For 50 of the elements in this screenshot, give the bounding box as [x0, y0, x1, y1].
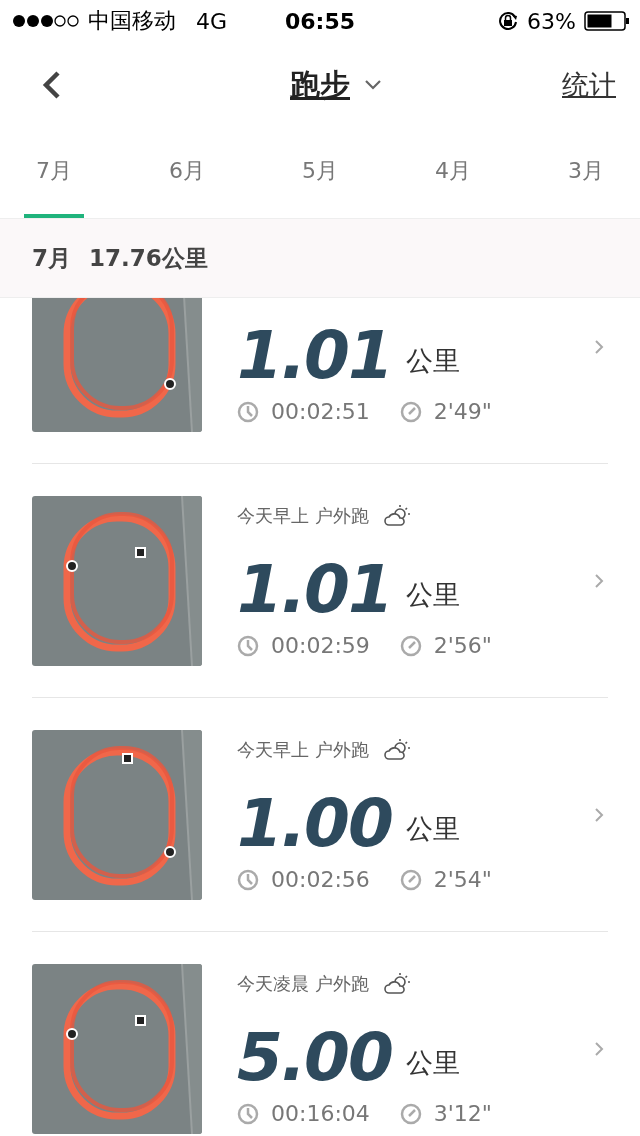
weather-icon	[382, 503, 411, 528]
status-time: 06:55	[285, 8, 355, 34]
chevron-right-icon[interactable]	[594, 338, 604, 355]
network-type: 4G	[196, 8, 228, 34]
summary-total: 17.76公里	[89, 243, 208, 273]
month-tab[interactable]: 3月	[556, 128, 616, 218]
statistics-link[interactable]: 统计	[562, 67, 616, 103]
chevron-right-icon[interactable]	[594, 1040, 604, 1057]
month-tab[interactable]: 4月	[423, 128, 483, 218]
pace-value: 2'49"	[433, 399, 492, 424]
battery-percent: 63%	[527, 8, 576, 34]
month-tab[interactable]: 6月	[157, 128, 217, 218]
gauge-icon	[399, 634, 422, 657]
page-title[interactable]: 跑步	[290, 64, 350, 106]
run-description: 今天早上 户外跑	[237, 503, 369, 528]
clock-icon	[237, 400, 259, 423]
distance-unit: 公里	[405, 343, 460, 378]
distance-value: 1.01	[237, 553, 392, 627]
duration-value: 00:02:51	[271, 399, 370, 424]
clock-icon	[237, 1102, 259, 1125]
weather-icon	[382, 971, 411, 996]
summary-month: 7月	[32, 243, 71, 273]
chevron-right-icon[interactable]	[594, 572, 604, 589]
distance-value: 1.00	[237, 787, 392, 861]
rotation-lock-icon	[497, 10, 520, 32]
gauge-icon	[399, 868, 422, 891]
distance-value: 5.00	[237, 1021, 392, 1095]
distance-unit: 公里	[405, 811, 460, 846]
battery-icon	[584, 11, 630, 31]
distance-unit: 公里	[405, 1045, 460, 1080]
pace-value: 2'56"	[433, 633, 492, 658]
carrier-name: 中国移动	[88, 7, 176, 35]
clock-icon	[237, 868, 259, 891]
duration-value: 00:16:04	[271, 1101, 370, 1126]
signal-icon	[12, 14, 80, 28]
chevron-right-icon[interactable]	[594, 806, 604, 823]
duration-value: 00:02:56	[271, 867, 370, 892]
distance-unit: 公里	[405, 577, 460, 612]
weather-icon	[382, 737, 411, 762]
run-description: 今天早上 户外跑	[237, 737, 369, 762]
distance-value: 1.01	[237, 319, 392, 393]
gauge-icon	[399, 1102, 422, 1125]
month-tab[interactable]: 5月	[290, 128, 350, 218]
duration-value: 00:02:59	[271, 633, 370, 658]
pace-value: 2'54"	[433, 867, 492, 892]
clock-icon	[237, 634, 259, 657]
gauge-icon	[399, 400, 422, 423]
chevron-down-icon[interactable]	[364, 79, 382, 91]
pace-value: 3'12"	[433, 1101, 492, 1126]
run-description: 今天凌晨 户外跑	[237, 971, 369, 996]
